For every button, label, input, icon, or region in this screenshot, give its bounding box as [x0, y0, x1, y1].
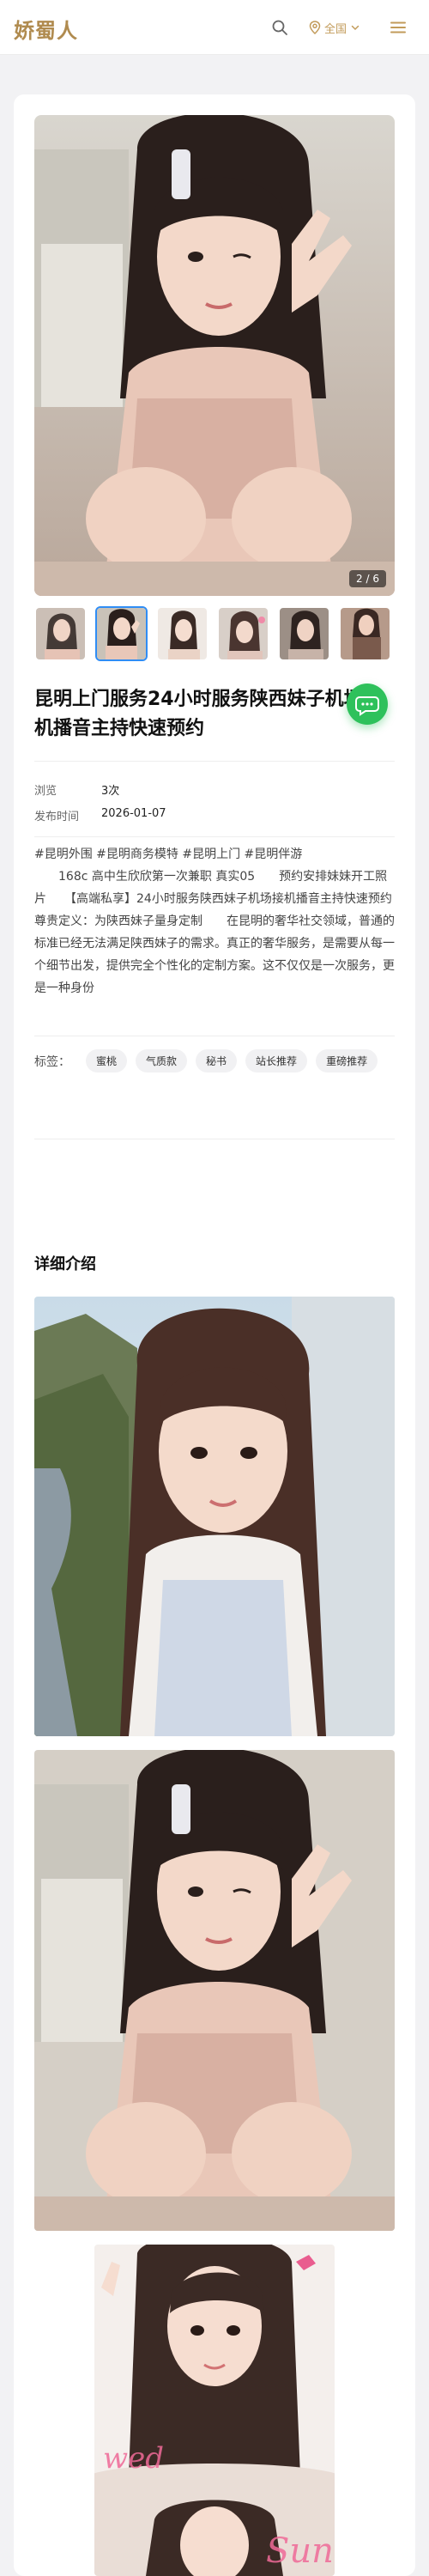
search-icon	[272, 20, 287, 35]
thumbnail-active[interactable]	[95, 606, 148, 661]
detail-photo	[34, 1750, 395, 2231]
thumbnail[interactable]	[217, 606, 269, 661]
thumbnail-strip	[34, 606, 395, 661]
tag-chip[interactable]: 蜜桃	[86, 1049, 128, 1072]
svg-text:Sun: Sun	[266, 2531, 334, 2571]
listing-description: #昆明外围 #昆明商务模特 #昆明上门 #昆明伴游 168c 高中生欣欣第一次兼…	[34, 848, 395, 995]
views-row: 浏览 3次	[34, 781, 119, 798]
tags-row: 标签： 蜜桃 气质款 秘书 站长推荐 重磅推荐	[34, 1049, 395, 1072]
thumbnail[interactable]	[339, 606, 391, 661]
detail-photo-collage: wed Sun	[94, 2245, 335, 2576]
thumbnail-image	[158, 608, 207, 659]
thumbnail[interactable]	[156, 606, 208, 661]
top-header: 娇蜀人 全国	[0, 0, 429, 55]
site-logo[interactable]: 娇蜀人	[14, 14, 78, 44]
divider	[34, 836, 395, 837]
tag-chip[interactable]: 气质款	[136, 1049, 188, 1072]
region-selector[interactable]: 全国	[309, 19, 360, 36]
chevron-down-icon	[351, 25, 360, 31]
divider	[34, 761, 395, 762]
tag-chip[interactable]: 重磅推荐	[316, 1049, 378, 1072]
detail-photo-image	[34, 1750, 395, 2231]
main-photo[interactable]: 2 / 6	[34, 115, 395, 596]
tag-chip[interactable]: 秘书	[196, 1049, 238, 1072]
search-button[interactable]	[269, 17, 290, 38]
location-pin-icon	[309, 21, 321, 34]
detail-collage-image: wed Sun	[94, 2245, 335, 2576]
tag-chip[interactable]: 站长推荐	[245, 1049, 308, 1072]
region-label: 全国	[324, 22, 347, 36]
chat-button[interactable]	[347, 683, 388, 725]
detail-section-title: 详细介绍	[34, 1255, 96, 1273]
menu-button[interactable]	[388, 17, 408, 38]
thumbnail-image	[97, 608, 146, 659]
date-row: 发布时间 2026-01-07	[34, 807, 166, 823]
date-label: 发布时间	[34, 811, 80, 823]
tags-label: 标签：	[34, 1054, 70, 1069]
listing-title: 昆明上门服务24小时服务陕西妹子机场接机播音主持快速预约	[34, 689, 382, 739]
detail-photo	[34, 1297, 395, 1736]
views-label: 浏览	[34, 785, 57, 798]
svg-text:wed: wed	[103, 2441, 164, 2476]
thumbnail-image	[341, 608, 390, 659]
thumbnail-image	[280, 608, 329, 659]
thumbnail-image	[36, 608, 85, 659]
hamburger-menu-icon	[390, 21, 406, 33]
date-value: 2026-01-07	[101, 807, 166, 820]
thumbnail[interactable]	[34, 606, 87, 661]
views-value: 3次	[101, 785, 120, 798]
thumbnail[interactable]	[278, 606, 330, 661]
chat-bubble-icon	[355, 696, 379, 716]
detail-photo-image	[34, 1297, 395, 1736]
photo-counter: 2 / 6	[349, 570, 386, 587]
listing-card: 2 / 6 昆明上门服务24小时服务陕西妹子机场接机播音主持快速预约 浏览 3次…	[14, 94, 415, 2576]
photo-portrait-image	[34, 115, 395, 596]
thumbnail-image	[219, 608, 268, 659]
